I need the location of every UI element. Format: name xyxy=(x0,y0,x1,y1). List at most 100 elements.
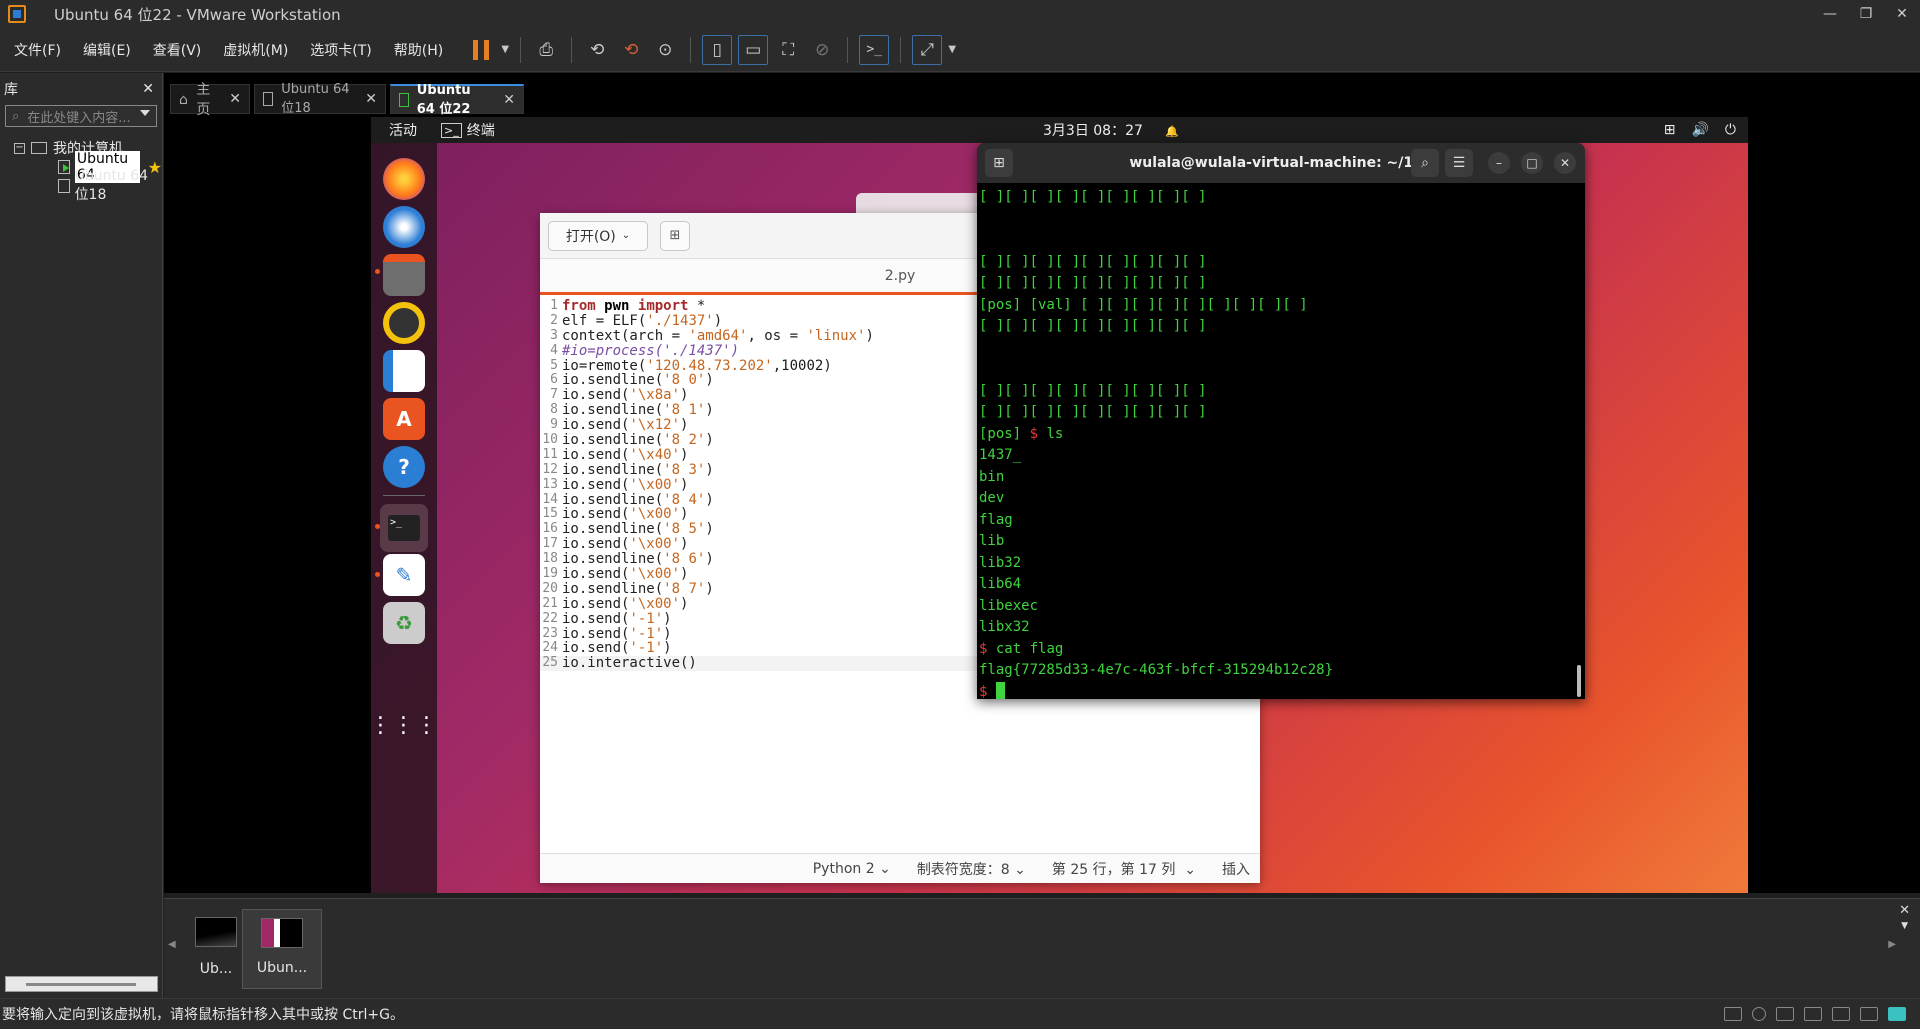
network-icon: ⊞ xyxy=(1663,122,1676,138)
sound-card-icon[interactable] xyxy=(1832,1007,1850,1021)
console-view-icon[interactable]: >_ xyxy=(859,34,890,65)
hard-disk-icon[interactable] xyxy=(1724,1007,1742,1021)
vm-icon xyxy=(58,179,70,193)
help-icon[interactable]: ? xyxy=(383,446,425,488)
collapse-icon[interactable]: − xyxy=(14,142,25,154)
maximize-button[interactable]: ❐ xyxy=(1848,0,1884,28)
insert-mode-label[interactable]: 插入 xyxy=(1222,859,1250,879)
files-icon[interactable] xyxy=(383,254,425,296)
terminal-output[interactable]: [ ][ ][ ][ ][ ][ ][ ][ ][ ] [ ][ ][ ][ ][… xyxy=(977,183,1585,699)
code-text: io.sendline('8 5') xyxy=(562,521,714,538)
scroll-left-icon[interactable]: ◀ xyxy=(168,939,176,950)
line-number: 14 xyxy=(542,491,558,507)
tree-item-vm[interactable]: Ubuntu 64 位18 xyxy=(0,168,162,203)
close-thumbnail-bar-button[interactable]: ✕ xyxy=(1899,903,1910,918)
editor-statusbar: Python 2 ⌄ 制表符宽度：8 ⌄ 第 25 行，第 17 列 ⌄ 插入 xyxy=(540,853,1260,883)
snapshot-manager-icon[interactable]: ⊙ xyxy=(648,34,682,66)
terminal-icon[interactable]: >_ xyxy=(380,504,428,552)
open-button[interactable]: 打开(O) ⌄ xyxy=(548,220,648,251)
chevron-down-icon[interactable] xyxy=(140,110,150,116)
close-button[interactable]: ✕ xyxy=(1884,0,1920,28)
terminal-line: flag{77285d33-4e7c-463f-bfcf-315294b12c2… xyxy=(979,662,1334,678)
cd-rom-icon[interactable] xyxy=(1752,1007,1766,1021)
cursor-position-label: 第 25 行，第 17 列 xyxy=(1051,861,1176,878)
activities-button[interactable]: 活动 xyxy=(389,120,417,140)
trash-icon[interactable]: ♻ xyxy=(383,602,425,644)
menu-vm[interactable]: 虚拟机(M) xyxy=(214,40,297,60)
terminal-scrollbar[interactable] xyxy=(1577,665,1581,697)
tab-ubuntu-18[interactable]: Ubuntu 64 位18 ✕ xyxy=(254,82,386,116)
library-close-button[interactable]: ✕ xyxy=(142,81,154,97)
system-tray[interactable]: ⊞ 🔊 ⏻ xyxy=(1664,122,1736,138)
menu-edit[interactable]: 编辑(E) xyxy=(74,40,140,60)
thumbnail-bar-dropdown-icon[interactable]: ▼ xyxy=(1901,921,1908,931)
pause-button[interactable] xyxy=(464,34,498,66)
thumbnail-view-icon[interactable]: ▭ xyxy=(738,34,769,65)
code-text: io.send('-1') xyxy=(562,640,672,657)
revert-snapshot-icon[interactable]: ⟲ xyxy=(614,34,648,66)
maximize-button[interactable]: □ xyxy=(1521,152,1543,174)
library-scrollbar[interactable] xyxy=(5,976,158,992)
line-number: 4 xyxy=(550,342,558,358)
usb-icon[interactable] xyxy=(1804,1007,1822,1021)
search-icon: ⌕ xyxy=(12,108,20,124)
stretch-dropdown-button[interactable]: ▼ xyxy=(945,34,959,66)
search-button[interactable]: ⌕ xyxy=(1411,149,1439,177)
stretch-guest-icon[interactable]: ⤢ xyxy=(912,34,943,65)
cursor-position-selector[interactable]: 第 25 行，第 17 列 ⌄ xyxy=(1052,859,1196,879)
minimize-button[interactable]: – xyxy=(1488,152,1510,174)
line-number: 6 xyxy=(550,372,558,388)
library-search-input[interactable]: ⌕ 在此处键入内容... xyxy=(5,105,157,127)
rhythmbox-icon[interactable] xyxy=(383,302,425,344)
vm-tree: − 我的计算机 Ubuntu 64 ★ Ubuntu 64 位18 xyxy=(0,137,162,203)
tab-ubuntu-22[interactable]: Ubuntu 64 位22 ✕ xyxy=(390,83,524,117)
terminal-line: [ ][ ][ ][ ][ ][ ][ ][ ][ ] xyxy=(979,318,1207,334)
hamburger-menu-button[interactable]: ☰ xyxy=(1445,149,1473,177)
fullscreen-icon[interactable]: ⛶ xyxy=(771,34,805,66)
terminal-line: lib32 xyxy=(979,554,1022,571)
tab-close-button[interactable]: ✕ xyxy=(365,91,377,107)
terminal-line: dev xyxy=(979,490,1005,506)
tab-label: Ubuntu 64 位18 xyxy=(281,82,350,116)
app-menu-terminal[interactable]: >_ 终端 xyxy=(441,120,495,140)
menu-view[interactable]: 查看(V) xyxy=(144,40,211,60)
message-log-icon[interactable] xyxy=(1888,1007,1906,1021)
vm-thumbnail-selected[interactable]: Ubun... xyxy=(242,909,322,989)
menu-file[interactable]: 文件(F) xyxy=(5,40,70,60)
code-text: io.send('\x12') xyxy=(562,417,689,434)
menu-help[interactable]: 帮助(H) xyxy=(385,40,452,60)
line-number: 9 xyxy=(550,417,558,433)
snapshot-icon[interactable]: ⟲ xyxy=(580,34,614,66)
vm-thumbnail[interactable]: Ub... xyxy=(184,909,248,979)
clock[interactable]: 3月3日 08：27 🔔 xyxy=(1043,120,1179,140)
tab-close-button[interactable]: ✕ xyxy=(229,91,241,107)
tab-close-button[interactable]: ✕ xyxy=(503,92,515,108)
send-ctrl-alt-del-button[interactable]: ⎙ xyxy=(529,34,563,66)
firefox-icon[interactable] xyxy=(383,158,425,200)
thunderbird-icon[interactable] xyxy=(383,206,425,248)
menu-tabs[interactable]: 选项卡(T) xyxy=(301,40,380,60)
network-adapter-icon[interactable] xyxy=(1776,1007,1794,1021)
tab-home[interactable]: ⌂ 主页 ✕ xyxy=(170,82,250,118)
line-number: 25 xyxy=(542,655,558,671)
app-center-icon[interactable]: A xyxy=(383,398,425,440)
show-apps-icon[interactable]: ⋮⋮⋮ xyxy=(371,704,438,746)
library-view-icon[interactable]: ▯ xyxy=(702,34,733,65)
language-selector[interactable]: Python 2 ⌄ xyxy=(813,861,891,877)
display-icon[interactable] xyxy=(1860,1007,1878,1021)
new-document-button[interactable]: ⊞ xyxy=(660,220,690,251)
close-button[interactable]: ✕ xyxy=(1554,152,1576,174)
volume-icon: 🔊 xyxy=(1691,122,1709,138)
terminal-line: flag xyxy=(979,511,1013,528)
gnome-topbar: 活动 >_ 终端 3月3日 08：27 🔔 ⊞ 🔊 ⏻ xyxy=(371,117,1748,143)
guest-desktop[interactable]: 活动 >_ 终端 3月3日 08：27 🔔 ⊞ 🔊 ⏻ A ? >_ ✎ ♻ ⋮… xyxy=(371,117,1748,893)
libreoffice-writer-icon[interactable] xyxy=(383,350,425,392)
terminal-line: [ ][ ][ ][ ][ ][ ][ ][ ][ ] xyxy=(979,275,1207,291)
tab-width-selector[interactable]: 制表符宽度：8 ⌄ xyxy=(917,859,1026,879)
minimize-button[interactable]: — xyxy=(1812,0,1848,28)
text-editor-icon[interactable]: ✎ xyxy=(383,554,425,596)
unity-icon[interactable]: ⊘ xyxy=(805,34,839,66)
power-dropdown-button[interactable]: ▼ xyxy=(498,34,512,66)
scroll-right-icon[interactable]: ▶ xyxy=(1888,939,1896,950)
